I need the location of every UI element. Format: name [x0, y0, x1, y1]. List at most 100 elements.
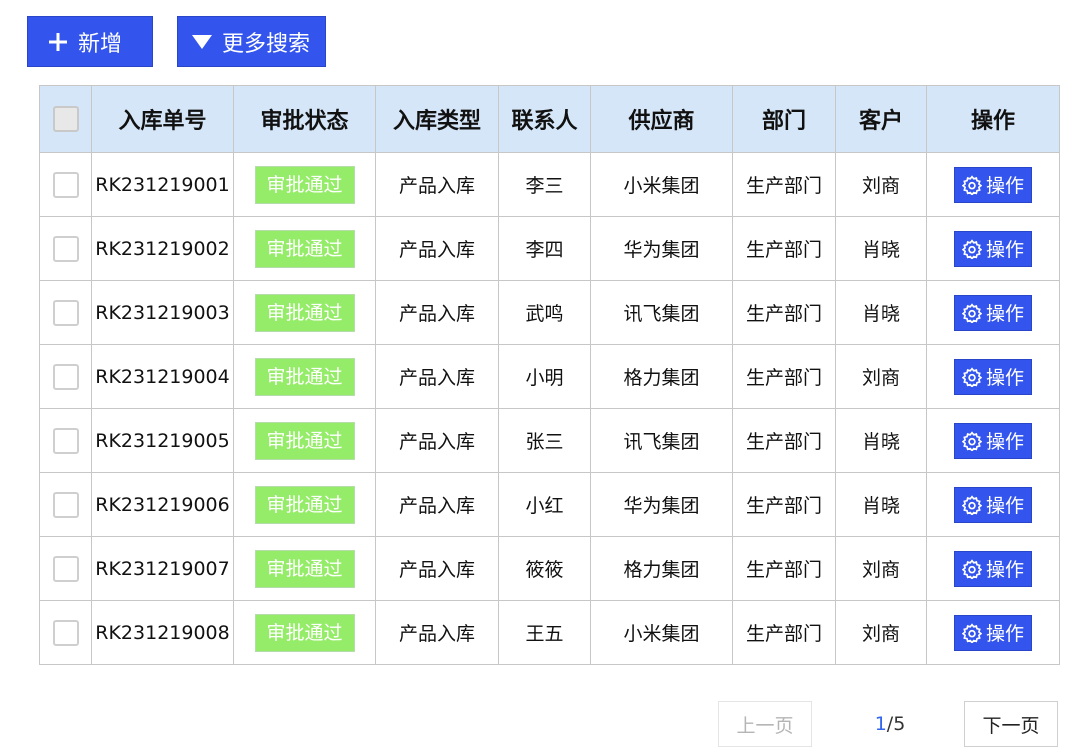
- row-action-button[interactable]: 操作: [954, 422, 1032, 459]
- row-checkbox[interactable]: [52, 619, 79, 646]
- row-id-cell: RK231219003: [91, 280, 234, 345]
- status-badge: 审批通过: [254, 613, 355, 652]
- total-pages: 5: [893, 713, 906, 735]
- row-dept: 生产部门: [745, 175, 822, 197]
- row-action-cell: 操作: [926, 280, 1060, 345]
- row-checkbox[interactable]: [52, 555, 79, 582]
- row-action-cell: 操作: [926, 344, 1060, 409]
- table-row: RK231219008 审批通过 产品入库 王五 小米集团 生产部门 刘商 操作: [39, 600, 1060, 665]
- row-contact-cell: 李四: [498, 216, 591, 281]
- row-id: RK231219002: [95, 237, 230, 260]
- row-action-label: 操作: [985, 431, 1024, 453]
- table-row: RK231219001 审批通过 产品入库 李三 小米集团 生产部门 刘商 操作: [39, 152, 1060, 217]
- row-action-button[interactable]: 操作: [954, 230, 1032, 267]
- row-type: 产品入库: [398, 431, 475, 453]
- row-checkbox[interactable]: [52, 427, 79, 454]
- header-dept: 部门: [732, 85, 836, 153]
- row-action-button[interactable]: 操作: [954, 614, 1032, 651]
- row-id: RK231219001: [95, 173, 230, 196]
- header-status: 审批状态: [233, 85, 376, 153]
- row-type: 产品入库: [398, 495, 475, 517]
- row-contact-cell: 小红: [498, 472, 591, 537]
- row-contact-cell: 武鸣: [498, 280, 591, 345]
- status-badge-cell: 审批通过: [233, 152, 376, 217]
- gear-icon: [961, 302, 982, 323]
- row-id-cell: RK231219004: [91, 344, 234, 409]
- status-badge-cell: 审批通过: [233, 600, 376, 665]
- row-customer: 肖晓: [861, 303, 900, 325]
- row-customer: 刘商: [861, 623, 900, 645]
- row-supplier-cell: 华为集团: [590, 216, 733, 281]
- row-id-cell: RK231219002: [91, 216, 234, 281]
- gear-icon: [961, 430, 982, 451]
- row-action-label: 操作: [985, 303, 1024, 325]
- row-contact: 王五: [525, 623, 564, 645]
- table-row: RK231219007 审批通过 产品入库 筱筱 格力集团 生产部门 刘商 操作: [39, 536, 1060, 601]
- row-checkbox[interactable]: [52, 171, 79, 198]
- row-contact-cell: 筱筱: [498, 536, 591, 601]
- inbound-table: 入库单号 审批状态 入库类型 联系人 供应商 部门 客户 操作 RK231219…: [39, 85, 1060, 665]
- row-supplier: 讯飞集团: [623, 431, 700, 453]
- row-id: RK231219005: [95, 429, 230, 452]
- row-type: 产品入库: [398, 239, 475, 261]
- row-action-label: 操作: [985, 623, 1024, 645]
- row-customer-cell: 刘商: [835, 600, 927, 665]
- row-supplier: 小米集团: [623, 623, 700, 645]
- prev-page-button[interactable]: 上一页: [718, 701, 812, 747]
- row-contact-cell: 张三: [498, 408, 591, 473]
- row-action-cell: 操作: [926, 152, 1060, 217]
- next-page-button[interactable]: 下一页: [964, 701, 1058, 747]
- row-checkbox[interactable]: [52, 299, 79, 326]
- row-action-button[interactable]: 操作: [954, 166, 1032, 203]
- row-id: RK231219008: [95, 621, 230, 644]
- gear-icon: [961, 174, 982, 195]
- row-dept-cell: 生产部门: [732, 280, 836, 345]
- row-type-cell: 产品入库: [375, 216, 499, 281]
- gear-icon: [961, 366, 982, 387]
- row-checkbox[interactable]: [52, 491, 79, 518]
- status-badge: 审批通过: [254, 421, 355, 460]
- row-select-cell: [39, 536, 92, 601]
- status-badge-cell: 审批通过: [233, 216, 376, 281]
- row-customer: 刘商: [861, 367, 900, 389]
- gear-icon: [961, 494, 982, 515]
- row-dept: 生产部门: [745, 623, 822, 645]
- row-type: 产品入库: [398, 623, 475, 645]
- row-action-label: 操作: [985, 175, 1024, 197]
- row-dept: 生产部门: [745, 559, 822, 581]
- row-type-cell: 产品入库: [375, 408, 499, 473]
- add-button[interactable]: 新增: [27, 16, 153, 67]
- row-dept: 生产部门: [745, 495, 822, 517]
- pagination: 上一页 1/5 下一页: [0, 701, 1082, 749]
- row-action-cell: 操作: [926, 600, 1060, 665]
- row-type-cell: 产品入库: [375, 472, 499, 537]
- row-supplier-cell: 小米集团: [590, 600, 733, 665]
- row-id-cell: RK231219005: [91, 408, 234, 473]
- row-select-cell: [39, 152, 92, 217]
- row-customer-cell: 肖晓: [835, 472, 927, 537]
- row-select-cell: [39, 344, 92, 409]
- row-dept-cell: 生产部门: [732, 536, 836, 601]
- row-id: RK231219003: [95, 301, 230, 324]
- row-customer-cell: 肖晓: [835, 216, 927, 281]
- row-checkbox[interactable]: [52, 363, 79, 390]
- row-action-cell: 操作: [926, 472, 1060, 537]
- row-contact-cell: 小明: [498, 344, 591, 409]
- row-customer: 肖晓: [861, 495, 900, 517]
- row-action-button[interactable]: 操作: [954, 358, 1032, 395]
- row-action-button[interactable]: 操作: [954, 486, 1032, 523]
- row-supplier: 华为集团: [623, 239, 700, 261]
- select-all-checkbox[interactable]: [52, 106, 79, 132]
- current-page: 1: [874, 713, 887, 735]
- status-badge-cell: 审批通过: [233, 280, 376, 345]
- row-action-button[interactable]: 操作: [954, 550, 1032, 587]
- row-checkbox[interactable]: [52, 235, 79, 262]
- status-badge-cell: 审批通过: [233, 536, 376, 601]
- row-id: RK231219006: [95, 493, 230, 516]
- add-button-label: 新增: [78, 31, 123, 57]
- more-search-button[interactable]: 更多搜索: [177, 16, 326, 67]
- row-id-cell: RK231219001: [91, 152, 234, 217]
- row-select-cell: [39, 408, 92, 473]
- row-action-button[interactable]: 操作: [954, 294, 1032, 331]
- header-action: 操作: [926, 85, 1060, 153]
